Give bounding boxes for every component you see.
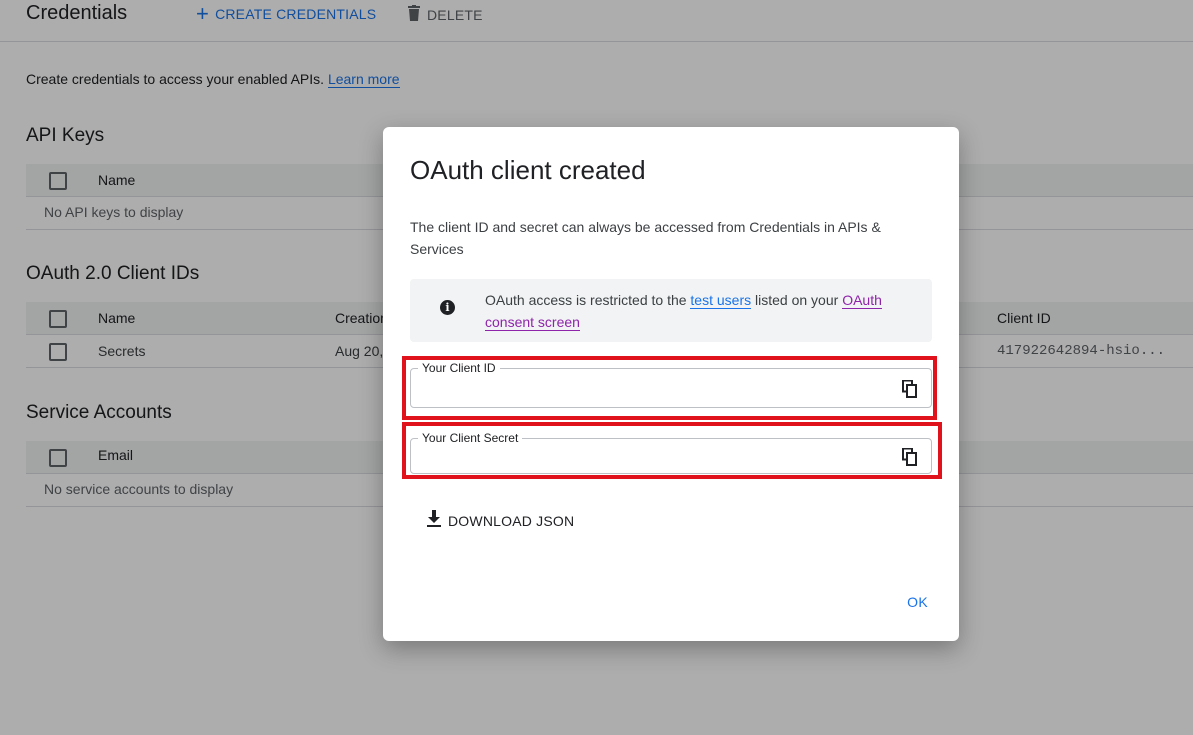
download-json-button[interactable]: DOWNLOAD JSON [426, 510, 574, 531]
oauth-created-dialog: OAuth client created The client ID and s… [383, 127, 959, 641]
restriction-notice: i OAuth access is restricted to the test… [410, 279, 932, 342]
copy-icon[interactable] [902, 448, 918, 466]
client-secret-field[interactable]: Your Client Secret [410, 431, 932, 474]
copy-icon[interactable] [902, 380, 918, 398]
client-secret-label: Your Client Secret [418, 431, 523, 445]
dialog-title: OAuth client created [410, 155, 646, 185]
notice-prefix: OAuth access is restricted to the [485, 292, 687, 308]
client-id-label: Your Client ID [418, 361, 500, 375]
test-users-link[interactable]: test users [690, 292, 752, 309]
dialog-description: The client ID and secret can always be a… [410, 219, 881, 257]
download-json-label: DOWNLOAD JSON [448, 512, 575, 529]
ok-button[interactable]: OK [907, 594, 928, 610]
notice-middle: listed on your [755, 292, 839, 308]
download-icon [426, 510, 442, 531]
info-icon: i [440, 300, 455, 315]
notice-text: OAuth access is restricted to the test u… [485, 289, 915, 333]
client-id-field[interactable]: Your Client ID [410, 361, 932, 408]
